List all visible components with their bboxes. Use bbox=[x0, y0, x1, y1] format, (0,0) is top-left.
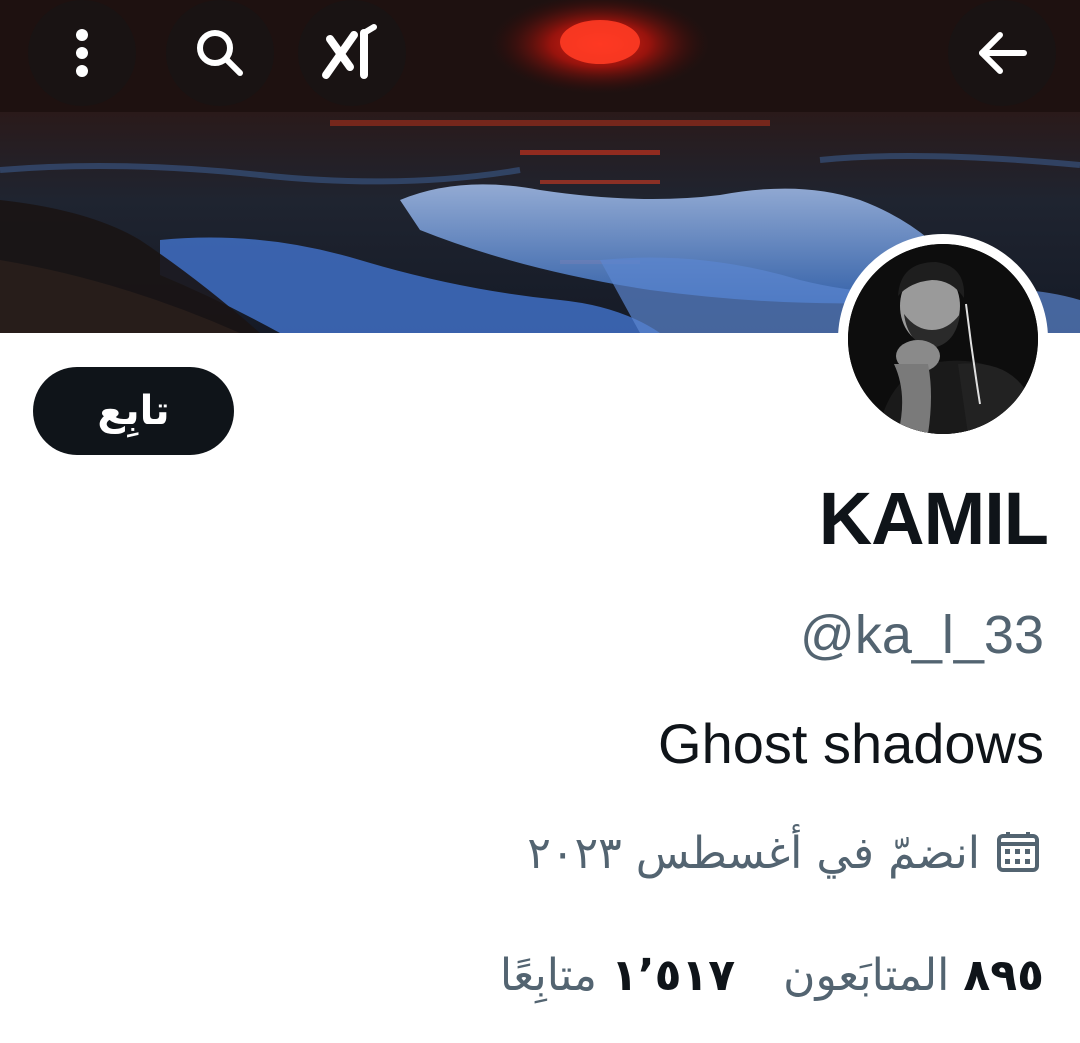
followers-stat[interactable]: ٨٩٥ المتابَعون bbox=[783, 950, 1044, 1001]
search-icon bbox=[197, 30, 243, 76]
search-button[interactable] bbox=[166, 0, 274, 106]
username-handle: @ka_l_33 bbox=[800, 605, 1044, 665]
following-label: متابِعًا bbox=[499, 950, 597, 1001]
more-options-button[interactable] bbox=[28, 0, 136, 106]
avatar-photo bbox=[848, 244, 1038, 434]
avatar[interactable] bbox=[838, 234, 1048, 444]
more-vertical-icon bbox=[76, 29, 88, 77]
bio: Ghost shadows bbox=[658, 712, 1044, 775]
grok-icon bbox=[322, 24, 377, 79]
follow-button-label: تابِع bbox=[97, 388, 170, 434]
grok-button[interactable] bbox=[298, 0, 406, 106]
arrow-left-icon bbox=[979, 32, 1027, 74]
followers-label: المتابَعون bbox=[783, 950, 950, 1001]
followers-count: ٨٩٥ bbox=[963, 950, 1044, 1001]
calendar-icon bbox=[994, 828, 1042, 880]
follow-button[interactable]: تابِع bbox=[33, 367, 234, 455]
back-button[interactable] bbox=[948, 0, 1056, 106]
following-count: ١٬٥١٧ bbox=[611, 950, 736, 1001]
follow-stats: ٨٩٥ المتابَعون ١٬٥١٧ متابِعًا bbox=[500, 950, 1044, 1001]
joined-date-text: انضمّ في أغسطس ٢٠٢٣ bbox=[527, 828, 980, 879]
following-stat[interactable]: ١٬٥١٧ متابِعًا bbox=[500, 950, 735, 1001]
joined-date-row: انضمّ في أغسطس ٢٠٢٣ bbox=[527, 828, 1042, 880]
display-name: KAMIL bbox=[818, 477, 1049, 560]
